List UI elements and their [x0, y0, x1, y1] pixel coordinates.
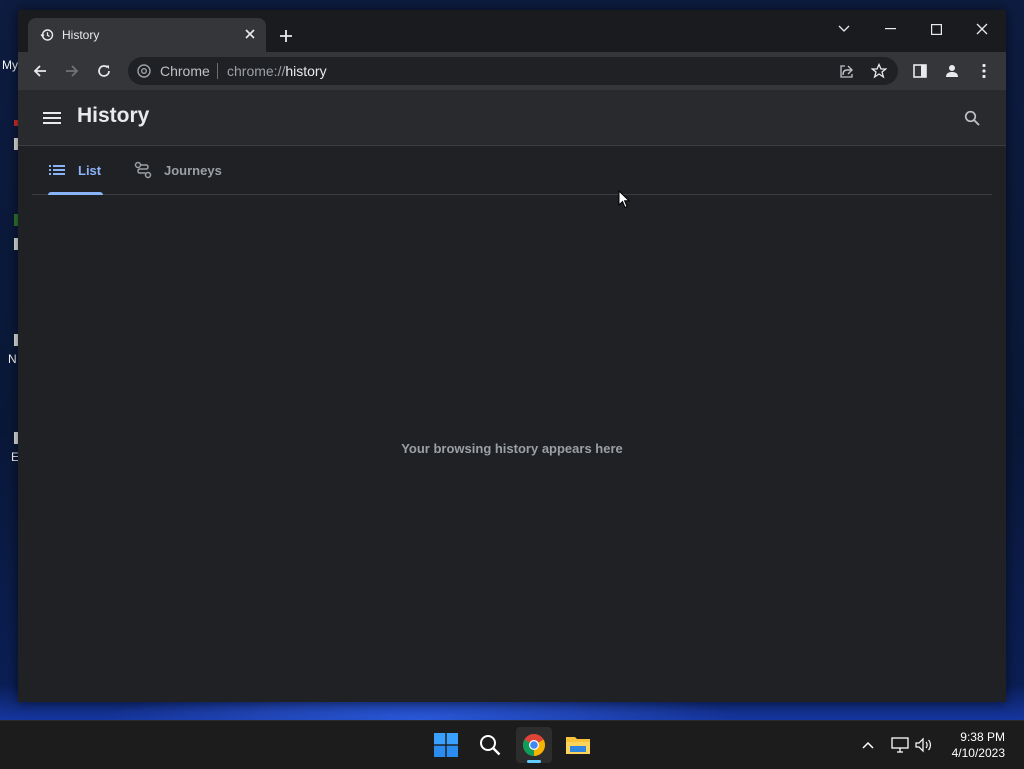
- close-window-button[interactable]: [962, 14, 1002, 44]
- bookmark-star-icon[interactable]: [866, 58, 892, 84]
- url-host: history: [285, 63, 327, 79]
- running-app-indicator: [527, 760, 541, 763]
- start-button[interactable]: [428, 727, 464, 763]
- browser-toolbar: Chrome chrome://history: [18, 52, 1006, 90]
- share-icon[interactable]: [834, 58, 860, 84]
- side-panel-icon[interactable]: [907, 58, 933, 84]
- forward-button[interactable]: [59, 58, 85, 84]
- tab-list[interactable]: List: [48, 146, 104, 194]
- active-tab-indicator: [48, 192, 103, 195]
- taskbar-chrome-icon[interactable]: [516, 727, 552, 763]
- minimize-button[interactable]: [870, 14, 910, 44]
- history-page: History List Journeys Your browsing hist…: [18, 90, 1006, 702]
- browser-tab-history[interactable]: History: [28, 18, 266, 52]
- history-icon: [40, 28, 54, 42]
- url-scheme: chrome://: [227, 63, 286, 79]
- hamburger-menu-icon[interactable]: [40, 106, 64, 130]
- site-chip-label: Chrome: [160, 63, 210, 79]
- mouse-cursor-icon: [618, 189, 631, 214]
- profile-icon[interactable]: [939, 58, 965, 84]
- show-hidden-icons-chevron-icon[interactable]: [858, 735, 878, 755]
- url-text: chrome://history: [227, 63, 327, 79]
- tab-journeys-label: Journeys: [164, 162, 222, 178]
- journeys-icon: [134, 161, 152, 179]
- volume-icon[interactable]: [914, 735, 934, 755]
- reload-button[interactable]: [91, 58, 117, 84]
- address-bar[interactable]: Chrome chrome://history: [128, 57, 898, 85]
- chrome-page-icon: [137, 64, 151, 78]
- search-icon[interactable]: [960, 106, 984, 130]
- close-tab-icon[interactable]: [240, 24, 260, 44]
- taskbar-search-icon[interactable]: [472, 727, 508, 763]
- maximize-button[interactable]: [916, 14, 956, 44]
- tab-strip: History: [18, 10, 1006, 52]
- tab-journeys[interactable]: Journeys: [134, 146, 244, 194]
- desktop-icon-label: My: [2, 58, 18, 72]
- history-tabs: List Journeys: [32, 146, 992, 195]
- empty-history-message: Your browsing history appears here: [401, 441, 623, 456]
- new-tab-button[interactable]: [276, 26, 296, 46]
- network-icon[interactable]: [890, 735, 910, 755]
- page-header: History: [18, 90, 1006, 146]
- page-title: History: [77, 104, 150, 127]
- clock-time: 9:38 PM: [960, 730, 1005, 744]
- taskbar-file-explorer-icon[interactable]: [560, 727, 596, 763]
- desktop-icon-label: N: [8, 352, 17, 366]
- back-button[interactable]: [27, 58, 53, 84]
- browser-window: History Chrome chrome://history History …: [18, 10, 1006, 702]
- more-menu-icon[interactable]: [971, 58, 997, 84]
- tab-title: History: [62, 28, 100, 42]
- list-icon: [48, 161, 66, 179]
- system-clock[interactable]: 9:38 PM 4/10/2023: [952, 729, 1005, 761]
- taskbar: 9:38 PM 4/10/2023: [0, 720, 1024, 769]
- omnibox-divider: [217, 63, 218, 79]
- tab-search-chevron-icon[interactable]: [824, 14, 864, 44]
- tab-list-label: List: [78, 162, 102, 178]
- clock-date: 4/10/2023: [951, 746, 1005, 760]
